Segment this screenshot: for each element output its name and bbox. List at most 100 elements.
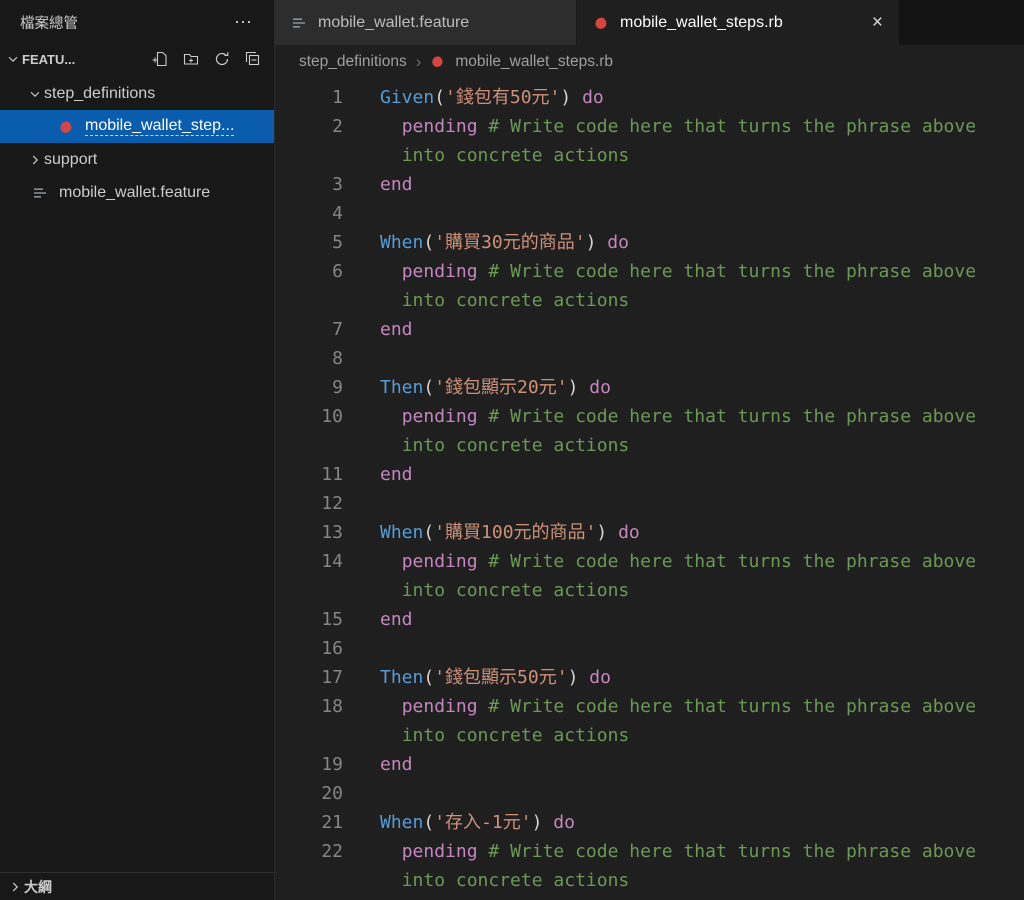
- line-number[interactable]: 22: [275, 837, 343, 866]
- line-number[interactable]: 4: [275, 199, 343, 228]
- code-row[interactable]: 5 When('購買30元的商品') do: [275, 228, 1024, 257]
- code-token: When: [380, 812, 424, 833]
- code-row[interactable]: 9 Then('錢包顯示20元') do: [275, 373, 1024, 402]
- code-row[interactable]: 6 pending # Write code here that turns t…: [275, 257, 1024, 286]
- code-line-content: into concrete actions: [343, 141, 630, 170]
- line-number[interactable]: 17: [275, 663, 343, 692]
- new-folder-icon[interactable]: [180, 48, 202, 70]
- code-row[interactable]: 17 Then('錢包顯示50元') do: [275, 663, 1024, 692]
- code-row[interactable]: into concrete actions: [275, 721, 1024, 750]
- line-number[interactable]: 3: [275, 170, 343, 199]
- line-number[interactable]: 21: [275, 808, 343, 837]
- code-row[interactable]: into concrete actions: [275, 431, 1024, 460]
- line-number[interactable]: 23: [275, 895, 343, 900]
- line-number[interactable]: [275, 431, 343, 460]
- line-number[interactable]: 1: [275, 83, 343, 112]
- code-row[interactable]: 2 pending # Write code here that turns t…: [275, 112, 1024, 141]
- code-row[interactable]: 1 Given('錢包有50元') do: [275, 83, 1024, 112]
- code-row[interactable]: 18 pending # Write code here that turns …: [275, 692, 1024, 721]
- code-row[interactable]: 8: [275, 344, 1024, 373]
- code-row[interactable]: 19 end: [275, 750, 1024, 779]
- tab-mobile-wallet-steps[interactable]: mobile_wallet_steps.rb ×: [577, 0, 899, 45]
- chevron-down-icon[interactable]: [4, 52, 22, 66]
- line-number[interactable]: 16: [275, 634, 343, 663]
- line-number[interactable]: 9: [275, 373, 343, 402]
- code-token: end: [380, 319, 413, 340]
- line-number[interactable]: 14: [275, 547, 343, 576]
- breadcrumb-separator-icon: ›: [415, 51, 422, 71]
- line-number[interactable]: [275, 576, 343, 605]
- tab-mobile-wallet-feature[interactable]: mobile_wallet.feature: [275, 0, 577, 45]
- tree-item-mobile-wallet-steps[interactable]: mobile_wallet_step...: [0, 110, 274, 143]
- ruby-file-icon: [430, 54, 446, 70]
- code-row[interactable]: 13 When('購買100元的商品') do: [275, 518, 1024, 547]
- line-number[interactable]: 6: [275, 257, 343, 286]
- code-row[interactable]: 4: [275, 199, 1024, 228]
- code-row[interactable]: into concrete actions: [275, 141, 1024, 170]
- collapse-all-icon[interactable]: [242, 48, 264, 70]
- line-number[interactable]: 12: [275, 489, 343, 518]
- line-number[interactable]: 8: [275, 344, 343, 373]
- line-number[interactable]: 18: [275, 692, 343, 721]
- outline-section-header[interactable]: 大綱: [0, 872, 274, 900]
- line-number[interactable]: 11: [275, 460, 343, 489]
- line-number[interactable]: [275, 866, 343, 895]
- code-line-content: pending # Write code here that turns the…: [343, 692, 976, 721]
- code-line-content: pending # Write code here that turns the…: [343, 402, 976, 431]
- code-row[interactable]: 12: [275, 489, 1024, 518]
- code-row[interactable]: 22 pending # Write code here that turns …: [275, 837, 1024, 866]
- breadcrumb-item-mobile-wallet-steps[interactable]: mobile_wallet_steps.rb: [455, 53, 613, 71]
- new-file-icon[interactable]: [149, 48, 171, 70]
- line-number[interactable]: [275, 721, 343, 750]
- tree-item-mobile-wallet-feature[interactable]: mobile_wallet.feature: [0, 176, 274, 209]
- code-row[interactable]: 11 end: [275, 460, 1024, 489]
- code-line-content: pending # Write code here that turns the…: [343, 112, 976, 141]
- line-number[interactable]: [275, 286, 343, 315]
- code-line-content: [343, 199, 380, 228]
- close-icon[interactable]: ×: [872, 13, 883, 32]
- code-token: Given: [380, 87, 435, 108]
- code-token: ): [567, 377, 579, 398]
- code-token: '錢包有50元': [445, 87, 561, 108]
- code-line-content: pending # Write code here that turns the…: [343, 547, 976, 576]
- code-token: '錢包顯示20元': [434, 377, 568, 398]
- code-line-content: into concrete actions: [343, 431, 630, 460]
- breadcrumb-item-step-definitions[interactable]: step_definitions: [299, 53, 407, 71]
- code-line-content: When('購買30元的商品') do: [343, 228, 629, 257]
- code-row[interactable]: 21 When('存入-1元') do: [275, 808, 1024, 837]
- code-row[interactable]: 16: [275, 634, 1024, 663]
- code-row[interactable]: 7 end: [275, 315, 1024, 344]
- line-number[interactable]: 10: [275, 402, 343, 431]
- line-number[interactable]: 15: [275, 605, 343, 634]
- code-row[interactable]: 20: [275, 779, 1024, 808]
- code-editor[interactable]: 1 Given('錢包有50元') do 2 pending # Write cod…: [275, 78, 1024, 900]
- tree-item-step-definitions[interactable]: step_definitions: [0, 77, 274, 110]
- code-row[interactable]: 15 end: [275, 605, 1024, 634]
- line-number[interactable]: [275, 141, 343, 170]
- code-row[interactable]: into concrete actions: [275, 286, 1024, 315]
- line-number[interactable]: 2: [275, 112, 343, 141]
- explorer-toolbar: [149, 48, 264, 70]
- code-row[interactable]: 10 pending # Write code here that turns …: [275, 402, 1024, 431]
- code-token: ): [585, 232, 597, 253]
- line-number[interactable]: 19: [275, 750, 343, 779]
- refresh-icon[interactable]: [211, 48, 233, 70]
- tree-item-support[interactable]: support: [0, 143, 274, 176]
- more-actions-icon[interactable]: ⋯: [234, 12, 254, 33]
- code-row[interactable]: 14 pending # Write code here that turns …: [275, 547, 1024, 576]
- code-row[interactable]: into concrete actions: [275, 576, 1024, 605]
- line-number[interactable]: 7: [275, 315, 343, 344]
- line-number[interactable]: 13: [275, 518, 343, 547]
- line-number[interactable]: 20: [275, 779, 343, 808]
- code-row[interactable]: into concrete actions: [275, 866, 1024, 895]
- code-row[interactable]: 3 end: [275, 170, 1024, 199]
- tree-item-label: support: [44, 150, 98, 168]
- line-number[interactable]: 5: [275, 228, 343, 257]
- code-row[interactable]: 23end: [275, 895, 1024, 900]
- features-section-header[interactable]: FEATU...: [0, 44, 274, 74]
